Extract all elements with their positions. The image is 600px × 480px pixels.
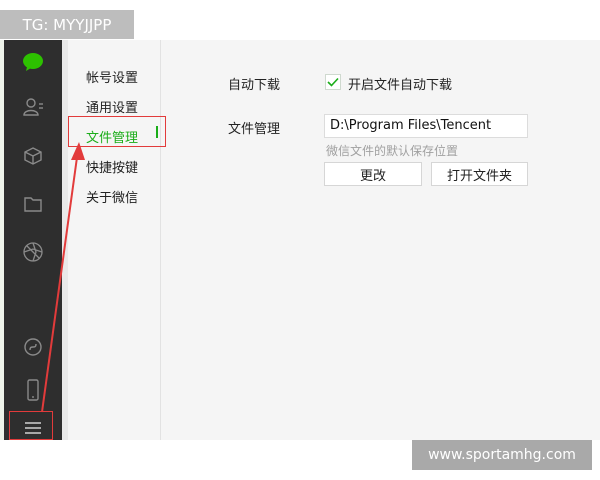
watermark-badge: www.sportamhg.com xyxy=(412,440,592,470)
annotation-arrow xyxy=(41,142,85,413)
tg-badge: TG: MYYJJPP xyxy=(0,10,134,39)
